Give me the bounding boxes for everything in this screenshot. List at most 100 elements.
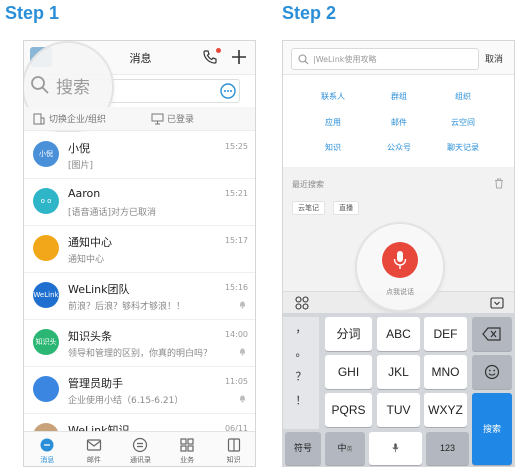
conversation-avatar: [33, 235, 59, 261]
search-key[interactable]: 搜索: [472, 393, 512, 465]
trash-icon[interactable]: [494, 178, 504, 189]
grid-menu-icon[interactable]: [295, 296, 309, 310]
conversation-time: 15:16: [224, 283, 248, 292]
tab-grid[interactable]: 业务: [164, 432, 211, 466]
bottom-tab-bar: 消息 邮件 通讯录 业务 知识: [24, 431, 255, 466]
t9-letter-key[interactable]: WXYZ: [424, 393, 467, 427]
search-category-link[interactable]: 应用: [301, 117, 365, 128]
mute-bell-icon: [240, 301, 245, 309]
conversation-name: 知识头条: [68, 330, 112, 343]
voice-input-highlight: 点我说话: [357, 224, 443, 310]
tab-label: 消息: [40, 456, 55, 464]
conversation-avatar: 知识头条: [33, 329, 59, 355]
t9-letter-key[interactable]: ABC: [377, 317, 420, 351]
space-key[interactable]: [369, 432, 422, 465]
conversation-preview: [图片]: [68, 161, 94, 171]
contacts-icon: [133, 437, 148, 453]
voice-button[interactable]: [382, 242, 418, 278]
tab-label: 通讯录: [129, 456, 151, 464]
t9-letter-key[interactable]: PQRS: [325, 393, 372, 427]
chat-bubble-icon[interactable]: [218, 81, 238, 101]
switch-org-link[interactable]: 切换企业/组织: [49, 112, 106, 125]
login-status: 已登录: [167, 115, 195, 125]
search-category-link[interactable]: 组织: [431, 91, 495, 102]
mute-bell-icon: [240, 395, 245, 403]
recent-chip[interactable]: 直播: [333, 201, 359, 215]
conversation-avatar: 小倪: [33, 141, 59, 167]
search-category-link[interactable]: 联系人: [301, 91, 365, 102]
conversation-preview: 通知中心: [68, 255, 105, 265]
t9-letter-key[interactable]: MNO: [424, 355, 467, 389]
tab-label: 业务: [180, 456, 195, 464]
step-2-title: Step 2: [282, 3, 337, 23]
message-list-item[interactable]: 通知中心 通知中心 15:17: [24, 226, 255, 273]
tab-book[interactable]: 知识: [210, 432, 255, 466]
step-1-title: Step 1: [5, 3, 60, 23]
search-input[interactable]: |WeLink使用攻略: [291, 48, 479, 70]
backspace-key[interactable]: [472, 317, 512, 351]
symbol-key[interactable]: 符号: [285, 432, 321, 465]
microphone-icon: [393, 251, 407, 269]
search-category-link[interactable]: 邮件: [367, 117, 431, 128]
conversation-preview: 企业使用小结（6.15-6.21）: [68, 396, 184, 406]
symbol-punctuation-key[interactable]: 。: [283, 341, 319, 365]
conversation-avatar: WeLink: [33, 282, 59, 308]
conversation-name: WeLink团队: [68, 283, 130, 296]
emoji-key[interactable]: [472, 355, 512, 389]
number-key[interactable]: 123: [426, 432, 469, 465]
t9-letter-key[interactable]: DEF: [424, 317, 467, 351]
org-status-bar: 切换企业/组织 已登录: [24, 107, 255, 131]
mail-icon: [86, 439, 101, 451]
conversation-time: 15:17: [224, 236, 248, 245]
t9-letter-key[interactable]: 分词: [325, 317, 372, 351]
t9-letter-key[interactable]: TUV: [377, 393, 420, 427]
message-list-item[interactable]: o o Aaron [语音通话]对方已取消 15:21: [24, 179, 255, 226]
message-list-item[interactable]: 小倪 小倪 [图片] 15:25: [24, 132, 255, 179]
conversation-time: 11:05: [224, 377, 248, 386]
phone-screen-search: |WeLink使用攻略 取消 联系人 群组 组织 应用 邮件 云空间 知识 公众号 聊天记录 最…: [282, 40, 515, 467]
conversation-avatar: [33, 376, 59, 402]
conversation-name: 管理员助手: [68, 377, 123, 390]
cancel-button[interactable]: 取消: [485, 52, 503, 65]
conversation-time: 15:21: [224, 189, 248, 198]
language-key-sublabel: 英: [346, 447, 353, 453]
conversation-time: 15:25: [224, 142, 248, 151]
grid-icon: [180, 438, 194, 452]
symbol-column: ，。？！: [283, 317, 319, 429]
language-key[interactable]: 中英: [325, 432, 365, 465]
tab-mail[interactable]: 邮件: [71, 432, 118, 466]
message-list-item[interactable]: 知识头条知识头条领导和管理的区别，你真的明白吗？ 14:00: [24, 320, 255, 367]
conversation-preview: 前浪？后浪？够科才够浪！！: [68, 302, 186, 312]
book-icon: [227, 438, 240, 452]
t9-letter-key[interactable]: GHI: [325, 355, 372, 389]
search-category-link[interactable]: 群组: [367, 91, 431, 102]
tab-contacts[interactable]: 通讯录: [117, 432, 164, 466]
t9-letter-key[interactable]: JKL: [377, 355, 420, 389]
tab-label: 知识: [226, 456, 241, 464]
tab-message[interactable]: 消息: [24, 432, 71, 466]
phone-screen-messages: 消息 搜索 切换企业/组织 已登录 小倪 小倪 [图片] 15:25 o o Aar: [23, 40, 256, 467]
message-list: 小倪 小倪 [图片] 15:25 o o Aaron [语音通话]对方已取消 15:21 通知中…: [24, 132, 255, 461]
search-icon: [31, 76, 49, 94]
search-category-link[interactable]: 知识: [301, 142, 365, 153]
search-category-link[interactable]: 聊天记录: [431, 142, 495, 153]
recent-chip[interactable]: 云笔记: [292, 201, 325, 215]
symbol-punctuation-key[interactable]: ？: [283, 365, 319, 389]
symbol-punctuation-key[interactable]: ，: [283, 317, 319, 341]
monitor-icon: [151, 113, 164, 125]
hide-keyboard-icon[interactable]: [490, 296, 504, 310]
search-category-link[interactable]: 云空间: [431, 117, 495, 128]
search-category-link[interactable]: 公众号: [367, 142, 431, 153]
building-icon: [33, 113, 45, 125]
conversation-time: 14:00: [224, 330, 248, 339]
plus-icon[interactable]: [230, 48, 248, 66]
notification-dot: [216, 48, 221, 53]
message-list-item[interactable]: 管理员助手企业使用小结（6.15-6.21） 11:05: [24, 367, 255, 414]
symbol-punctuation-key[interactable]: ！: [283, 389, 319, 413]
search-header: |WeLink使用攻略 取消: [283, 41, 514, 75]
tab-label: 邮件: [86, 456, 101, 464]
microphone-small-icon: [392, 443, 399, 453]
voice-label: 点我说话: [386, 288, 414, 296]
message-list-item[interactable]: WeLink WeLink团队前浪？后浪？够科才够浪！！ 15:16: [24, 273, 255, 320]
message-icon: [40, 438, 54, 452]
